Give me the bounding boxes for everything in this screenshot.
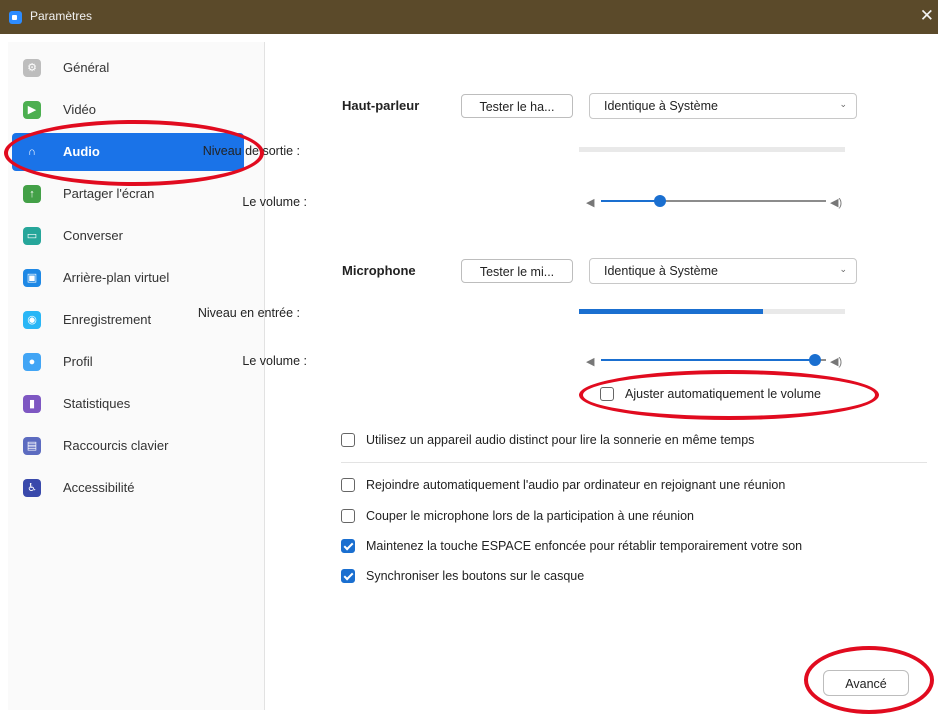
mute-on-join-checkbox[interactable]: Couper le microphone lors de la particip… [341,507,901,527]
keyboard-icon: ▤ [23,437,41,455]
statistics-icon: ▮ [23,395,41,413]
chat-icon: ▭ [23,227,41,245]
checkbox-label: Ajuster automatiquement le volume [625,387,821,401]
checkbox-box[interactable] [341,478,355,492]
profile-icon: ● [23,353,41,371]
test-microphone-button[interactable]: Tester le mi... [461,259,573,283]
speaker-device-value: Identique à Système [604,99,718,113]
auto-adjust-volume-checkbox[interactable]: Ajuster automatiquement le volume [600,385,880,405]
sidebar-item-accessibility[interactable]: ♿ Accessibilité [12,469,244,507]
sidebar-item-label: Arrière-plan virtuel [63,270,170,285]
sidebar-item-label: Converser [63,228,123,243]
sidebar-item-statistics[interactable]: ▮ Statistiques [12,385,244,423]
sidebar-item-label: Statistiques [63,396,131,411]
settings-sidebar: ⚙ Général ▶ Vidéo ∩ Audio ↑ Partager l'é… [8,42,265,710]
checkbox-box[interactable] [341,569,355,583]
slider-thumb[interactable] [808,354,821,366]
input-level-fill [579,309,763,314]
gear-icon: ⚙ [23,59,41,77]
chevron-down-icon: ⌄ [839,264,847,274]
video-camera-icon: ▶ [23,101,41,119]
speaker-low-icon: ◀ [586,197,595,209]
window-title: Paramètres [30,9,93,23]
sidebar-item-label: Vidéo [63,102,97,117]
sidebar-item-label: Profil [63,354,93,369]
advanced-button[interactable]: Avancé [823,670,909,696]
audio-settings-panel: Haut-parleur Tester le ha... Identique à… [198,42,938,710]
share-screen-icon: ↑ [23,185,41,203]
checkbox-label: Rejoindre automatiquement l'audio par or… [366,478,786,492]
sidebar-item-label: Audio [63,144,100,159]
output-level-label: Niveau de sortie : [202,144,300,158]
checkbox-box[interactable] [600,387,614,401]
checkbox-label: Maintenez la touche ESPACE enfoncée pour… [366,539,803,553]
microphone-section-label: Microphone [342,263,416,278]
sidebar-item-virtual-background[interactable]: ▣ Arrière-plan virtuel [12,259,244,297]
sidebar-item-general[interactable]: ⚙ Général [12,49,244,87]
sidebar-item-profile[interactable]: ● Profil [12,343,244,381]
checkbox-box[interactable] [341,433,355,447]
record-icon: ◉ [23,311,41,329]
sidebar-item-chat[interactable]: ▭ Converser [12,217,244,255]
sidebar-item-label: Général [63,60,110,75]
auto-join-audio-checkbox[interactable]: Rejoindre automatiquement l'audio par or… [341,476,901,496]
input-level-meter [579,309,845,314]
close-icon[interactable]: ✕ [920,7,934,25]
speaker-section-label: Haut-parleur [342,98,420,113]
zoom-app-icon [9,11,22,24]
microphone-volume-slider[interactable] [601,353,826,367]
slider-progress [601,200,660,202]
divider [341,462,927,463]
checkbox-box[interactable] [341,539,355,553]
headphones-icon: ∩ [28,146,36,158]
speaker-volume-slider[interactable] [601,194,826,208]
output-level-meter [579,147,845,152]
slider-thumb[interactable] [653,195,666,207]
checkbox-label: Synchroniser les boutons sur le casque [366,569,585,583]
sidebar-item-keyboard-shortcuts[interactable]: ▤ Raccourcis clavier [12,427,244,465]
checkbox-box[interactable] [341,509,355,523]
microphone-volume-label: Le volume : [242,354,307,368]
separate-ringtone-device-checkbox[interactable]: Utilisez un appareil audio distinct pour… [341,431,901,451]
microphone-device-select[interactable]: Identique à Système ⌄ [589,258,857,284]
sidebar-item-share-screen[interactable]: ↑ Partager l'écran [12,175,244,213]
checkbox-label: Couper le microphone lors de la particip… [366,509,694,523]
speaker-volume-label: Le volume : [242,195,307,209]
virtual-background-icon: ▣ [23,269,41,287]
slider-progress [601,359,815,361]
microphone-low-icon: ◀ [586,356,595,368]
input-level-label: Niveau en entrée : [197,306,300,320]
speaker-high-icon: ◀) [830,197,843,209]
sync-headset-buttons-checkbox[interactable]: Synchroniser les boutons sur le casque [341,567,901,587]
sidebar-item-label: Enregistrement [63,312,152,327]
test-speaker-button[interactable]: Tester le ha... [461,94,573,118]
sidebar-item-video[interactable]: ▶ Vidéo [12,91,244,129]
microphone-high-icon: ◀) [830,356,843,368]
checkbox-label: Utilisez un appareil audio distinct pour… [366,433,755,447]
title-bar: Paramètres ✕ [0,0,938,34]
sidebar-item-label: Partager l'écran [63,186,155,201]
accessibility-icon: ♿ [23,479,41,497]
chevron-down-icon: ⌄ [839,99,847,109]
push-to-talk-checkbox[interactable]: Maintenez la touche ESPACE enfoncée pour… [341,537,901,557]
microphone-device-value: Identique à Système [604,264,718,278]
sidebar-item-label: Raccourcis clavier [63,438,169,453]
sidebar-item-label: Accessibilité [63,480,135,495]
speaker-device-select[interactable]: Identique à Système ⌄ [589,93,857,119]
